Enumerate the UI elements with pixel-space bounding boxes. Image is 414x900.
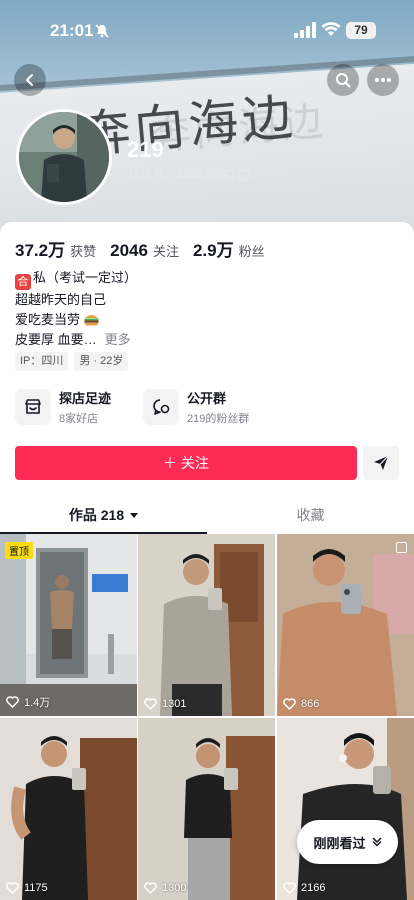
heart-icon	[6, 696, 19, 708]
service-title: 公开群	[187, 391, 227, 406]
status-time: 21:01	[50, 21, 94, 40]
share-button[interactable]	[363, 446, 399, 480]
like-count-text: 866	[301, 698, 320, 710]
like-count-text: 2166	[301, 882, 326, 894]
bell-mute-icon	[95, 24, 109, 38]
fan-group-entry[interactable]: 公开群 219的粉丝群	[143, 388, 249, 426]
video-thumbnail[interactable]: 2166	[277, 718, 414, 900]
service-title: 探店足迹	[59, 391, 112, 406]
gender-age-chip: 男 · 22岁	[74, 352, 129, 371]
like-count-text: 1.4万	[24, 697, 51, 709]
profile-chips: IP：四川 男 · 22岁	[15, 352, 129, 371]
heart-icon	[283, 882, 296, 894]
video-thumbnail[interactable]: 1300	[138, 718, 275, 900]
thumbnail-image	[277, 534, 414, 716]
profile-stats: 37.2万 获赞 2046 关注 2.9万 粉丝	[15, 236, 279, 261]
stat-label: 粉丝	[238, 244, 265, 259]
signal-icon	[294, 22, 316, 38]
douyin-id-text: 抖音号：136328942	[128, 167, 237, 181]
search-button[interactable]	[327, 64, 359, 96]
more-dots-icon	[375, 78, 391, 82]
bio: 合私（考试一定过） 超越昨天的自己 爱吃麦当劳 皮要厚 血要… 更多	[15, 268, 137, 350]
video-thumbnail[interactable]: 1175	[0, 718, 137, 900]
ip-chip: IP：四川	[15, 352, 69, 371]
burger-emoji-icon	[84, 315, 99, 326]
bio-line-text: 私（考试一定过）	[33, 270, 138, 285]
douyin-id[interactable]: 抖音号：136328942	[128, 165, 250, 182]
like-count: 1175	[6, 882, 48, 894]
heart-icon	[144, 698, 157, 710]
stat-value: 37.2万	[15, 241, 66, 260]
battery-indicator: 79	[346, 22, 376, 39]
like-count: 2166	[283, 882, 325, 894]
tab-works[interactable]: 作品 218	[0, 498, 207, 534]
video-thumbnail[interactable]: 置顶 1.4万	[0, 534, 137, 716]
caret-down-icon	[130, 513, 139, 518]
stat-likes[interactable]: 37.2万 获赞	[15, 236, 96, 261]
avatar-photo	[19, 112, 109, 202]
thumbnail-image	[0, 718, 137, 900]
bio-line-text: 皮要厚 血要…	[15, 332, 97, 347]
bio-more-link[interactable]: 更多	[105, 332, 131, 347]
multi-image-icon	[396, 542, 407, 553]
store-visits-entry[interactable]: 探店足迹 8家好店	[15, 388, 111, 426]
avatar[interactable]	[16, 109, 112, 205]
thumbnail-image	[0, 534, 137, 716]
like-count-text: 1175	[24, 882, 48, 894]
heart-icon	[144, 882, 157, 894]
he-tag-icon: 合	[15, 274, 31, 290]
nickname: 219	[127, 137, 164, 162]
copy-icon[interactable]	[239, 169, 250, 180]
heart-icon	[283, 698, 296, 710]
stat-label: 关注	[152, 244, 179, 259]
profile-tabs: 作品 218 收藏	[0, 498, 414, 534]
send-icon	[374, 455, 389, 470]
thumbnail-image	[277, 718, 414, 900]
video-thumbnail[interactable]: 866	[277, 534, 414, 716]
tab-works-label: 作品 218	[68, 507, 125, 523]
wifi-icon	[321, 22, 341, 36]
recently-viewed-label: 刚刚看过	[313, 835, 366, 851]
service-subtitle: 219的粉丝群	[187, 413, 250, 425]
like-count: 866	[283, 698, 319, 710]
like-count: 1.4万	[6, 694, 50, 710]
tab-favorites[interactable]: 收藏	[207, 498, 414, 534]
stat-followers[interactable]: 2.9万 粉丝	[193, 236, 265, 261]
thumbnail-image	[138, 718, 275, 900]
stat-label: 获赞	[70, 244, 97, 259]
follow-button[interactable]: ＋ 关注	[15, 446, 357, 480]
chevron-left-icon	[26, 74, 33, 86]
stat-following[interactable]: 2046 关注	[110, 241, 179, 261]
like-count: 1300	[144, 882, 186, 894]
double-chevron-down-icon	[372, 837, 381, 847]
bio-line: 爱吃麦当劳	[15, 310, 137, 330]
back-button[interactable]	[14, 64, 46, 96]
more-button[interactable]	[367, 64, 399, 96]
stat-value: 2.9万	[192, 241, 234, 260]
thumbnail-image	[138, 534, 275, 716]
bio-line: 超越昨天的自己	[15, 292, 107, 307]
like-count: 1301	[144, 698, 186, 710]
like-count-text: 1301	[162, 698, 187, 710]
pinned-badge: 置顶	[5, 542, 33, 559]
shop-icon	[15, 389, 51, 425]
search-icon	[336, 73, 351, 88]
recently-viewed-button[interactable]: 刚刚看过	[297, 820, 398, 864]
service-subtitle: 8家好店	[59, 413, 99, 425]
chat-group-icon	[143, 389, 179, 425]
status-bar: 21:01 79	[0, 0, 414, 58]
like-count-text: 1300	[162, 882, 187, 894]
video-thumbnail[interactable]: 1301	[138, 534, 275, 716]
stat-value: 2046	[110, 241, 148, 260]
bio-line: 合私（考试一定过）	[15, 268, 137, 290]
bio-line: 皮要厚 血要… 更多	[15, 330, 137, 350]
bio-line-text: 爱吃麦当劳	[15, 312, 81, 327]
heart-icon	[6, 882, 19, 894]
